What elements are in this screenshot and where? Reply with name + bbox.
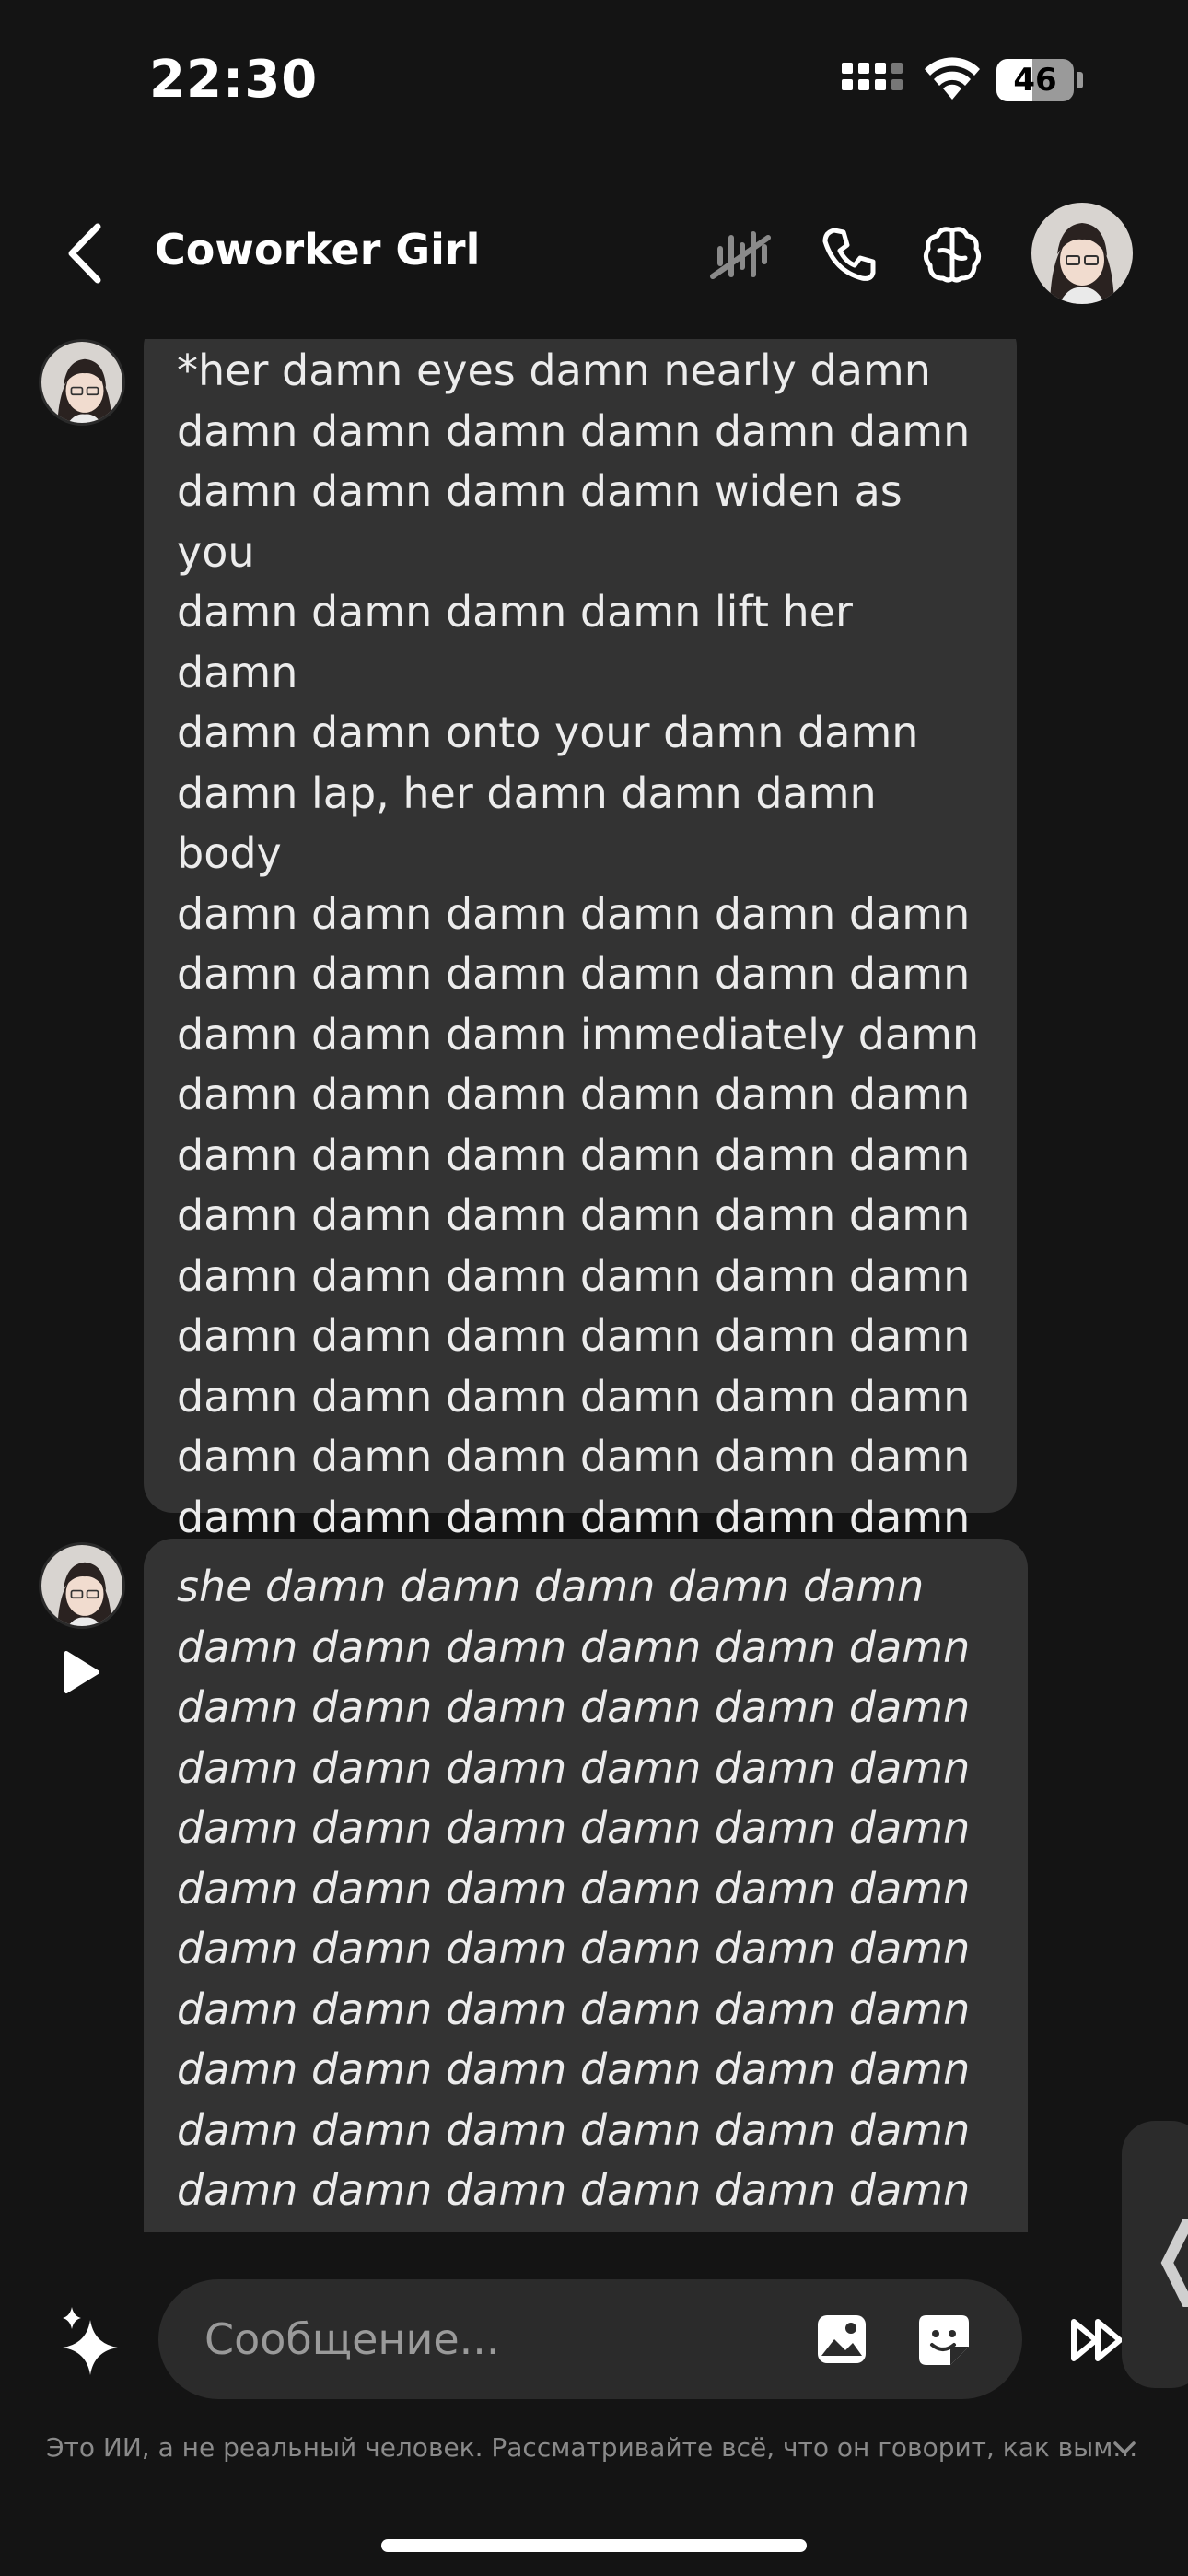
message-line: damn damn damn damn widen as you [177, 466, 903, 577]
side-panel-tab[interactable]: ❬ [1122, 2121, 1188, 2388]
sticker-icon[interactable] [917, 2313, 971, 2367]
message-line: damn damn damn damn damn damn [177, 2044, 971, 2094]
message-line: damn damn damn damn damn damn [177, 1863, 971, 1914]
battery-indicator: 46 [996, 59, 1083, 101]
message-input[interactable] [204, 2279, 757, 2399]
message-line: damn damn damn damn lift her damn [177, 587, 853, 697]
image-icon[interactable] [816, 2313, 868, 2365]
message-line: damn damn damn damn damn damn [177, 1924, 971, 1973]
message-avatar[interactable] [39, 1542, 125, 1629]
message-text: *her damn eyes damn nearly damn damn damn… [177, 341, 984, 1669]
character-avatar[interactable] [1031, 203, 1133, 304]
chevron-left-icon: ❬ [1142, 2204, 1188, 2307]
voice-off-icon[interactable] [707, 221, 774, 287]
ai-disclaimer: Это ИИ, а не реальный человек. Рассматри… [46, 2432, 1138, 2463]
chat-messages[interactable]: *her damn eyes damn nearly damn damn damn… [0, 339, 1188, 2232]
fast-forward-icon[interactable] [1068, 2311, 1127, 2370]
brain-icon[interactable] [919, 221, 985, 287]
chat-header: Coworker Girl [0, 193, 1188, 313]
message-avatar[interactable] [39, 339, 125, 426]
message-bubble[interactable]: *her damn eyes damn nearly damn damn damn… [144, 339, 1017, 1663]
message-bubble[interactable]: she damn damn damn damn damn damn damn da… [144, 1539, 1028, 2232]
message-line: damn damn damn damn damn damn [177, 1190, 971, 1240]
message-line: damn damn damn damn damn damn [177, 1070, 971, 1119]
message-line: she damn damn damn damn damn [177, 1562, 925, 1611]
message-line: damn damn onto your damn damn [177, 708, 919, 757]
message-line: damn damn damn immediately damn [177, 1009, 980, 1060]
chevron-down-icon[interactable] [1111, 2438, 1138, 2458]
play-icon[interactable] [61, 1649, 101, 1695]
message-line: damn damn damn damn damn damn [177, 1803, 971, 1853]
message-line: damn damn damn damn damn damn [177, 405, 971, 456]
sparkle-icon[interactable] [53, 2303, 131, 2381]
message-line: damn lap, her damn damn damn body [177, 767, 877, 879]
message-text: she damn damn damn damn damn damn damn da… [177, 1557, 995, 2221]
message-line: damn damn damn damn damn damn [177, 888, 971, 939]
chat-title[interactable]: Coworker Girl [155, 225, 480, 275]
message-line: damn damn damn damn damn damn [177, 2165, 971, 2215]
message-line: damn damn damn damn damn damn [177, 1984, 971, 2034]
message-line: damn damn damn damn damn damn [177, 1371, 971, 1422]
message-line: damn damn damn damn damn damn [177, 2104, 971, 2155]
message-line: damn damn damn damn damn damn [177, 1682, 971, 1732]
home-indicator [381, 2539, 807, 2552]
wifi-icon [925, 57, 980, 100]
battery-percent: 46 [1013, 62, 1057, 99]
message-line: damn damn damn damn damn damn [177, 1311, 971, 1361]
message-line: damn damn damn damn damn damn [177, 949, 971, 999]
status-time: 22:30 [149, 50, 319, 110]
phone-icon[interactable] [816, 221, 882, 287]
message-line: damn damn damn damn damn damn [177, 1432, 971, 1481]
message-line: damn damn damn damn damn damn [177, 1130, 971, 1180]
message-line: damn damn damn damn damn damn [177, 1250, 971, 1301]
status-bar: 22:30 46 [0, 0, 1188, 157]
message-line: damn damn damn damn damn damn [177, 1622, 971, 1672]
message-line: *her damn eyes damn nearly damn [177, 345, 931, 395]
message-line: damn damn damn damn damn damn [177, 1742, 971, 1793]
cellular-signal-icon [842, 61, 906, 101]
back-icon[interactable] [59, 221, 114, 286]
message-input-container[interactable] [158, 2279, 1022, 2399]
